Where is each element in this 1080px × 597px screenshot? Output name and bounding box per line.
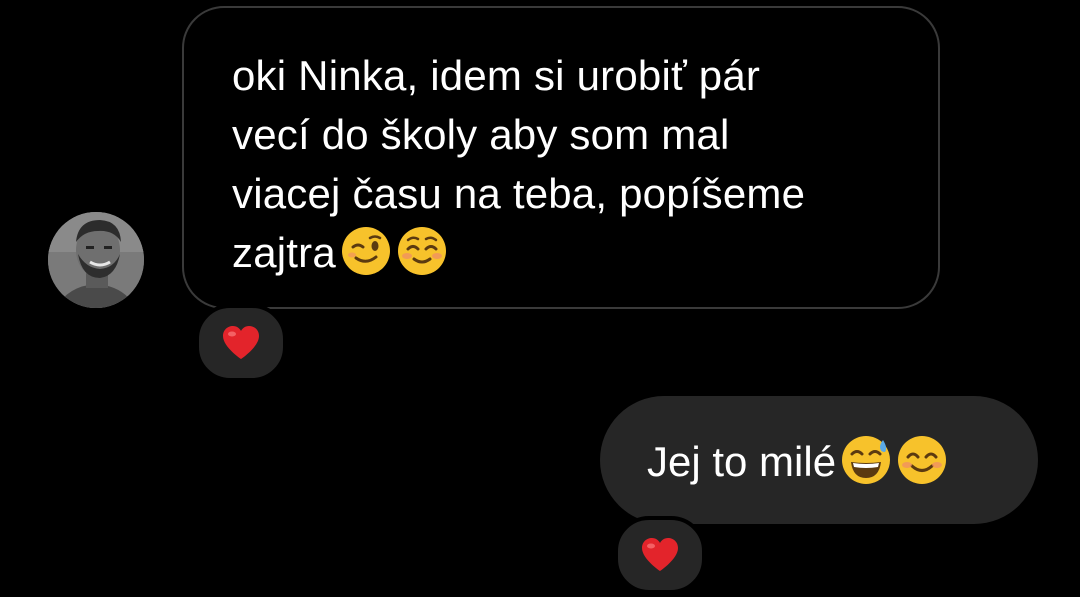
- winking-face-icon: [340, 225, 392, 277]
- red-heart-icon: [221, 325, 261, 361]
- smiling-face-with-smiling-eyes-icon: [896, 434, 948, 486]
- grinning-face-with-sweat-icon: [840, 434, 892, 486]
- outgoing-reaction[interactable]: [614, 516, 706, 594]
- incoming-message-text: oki Ninka, idem si urobiť pár vecí do šk…: [232, 52, 806, 276]
- outgoing-message: Jej to milé: [647, 434, 948, 488]
- incoming-message-bubble[interactable]: oki Ninka, idem si urobiť pár vecí do šk…: [182, 6, 940, 309]
- outgoing-message-bubble[interactable]: Jej to milé: [600, 396, 1038, 524]
- incoming-reaction[interactable]: [195, 304, 287, 382]
- user-avatar-photo-icon: [48, 212, 144, 308]
- outgoing-message-text: Jej to milé: [647, 438, 837, 485]
- smiling-face-relaxed-icon: [396, 225, 448, 277]
- avatar[interactable]: [48, 212, 144, 308]
- incoming-message: oki Ninka, idem si urobiť pár vecí do šk…: [232, 46, 912, 282]
- red-heart-icon: [640, 537, 680, 573]
